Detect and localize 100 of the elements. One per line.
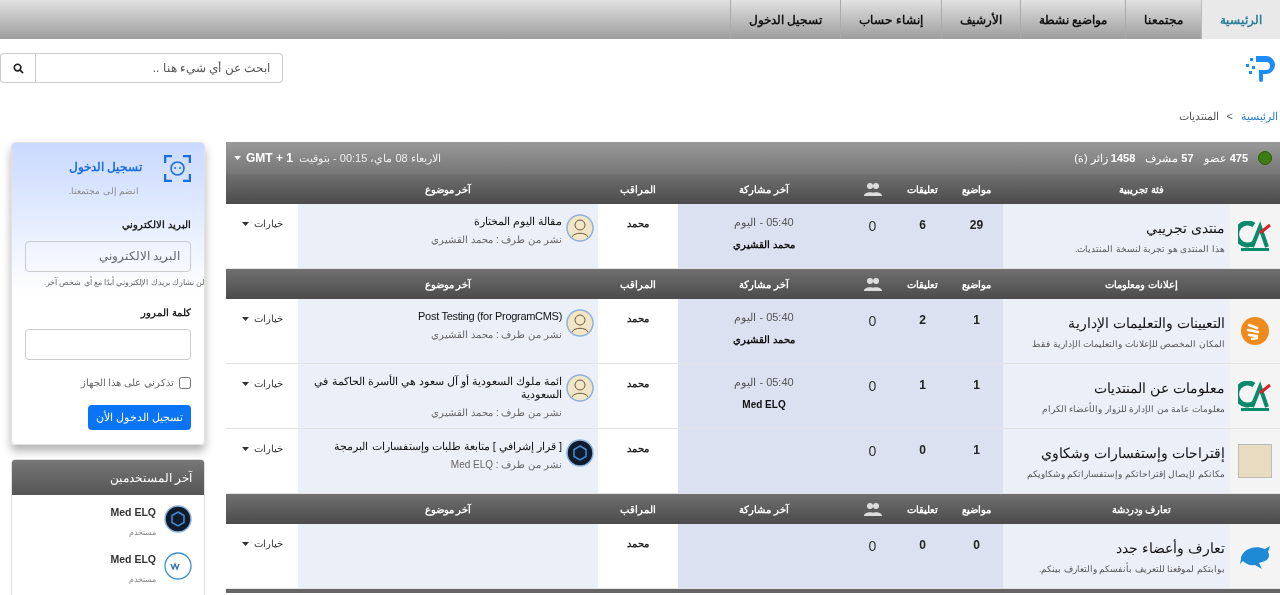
breadcrumb-separator: > bbox=[1226, 108, 1233, 124]
nav-tab[interactable]: إنشاء حساب bbox=[840, 0, 941, 39]
column-header: تعليقات bbox=[906, 277, 939, 292]
users-count: 0 bbox=[868, 217, 877, 236]
category-title: فئة تجريبية bbox=[1118, 182, 1165, 197]
nav-tab[interactable]: مواضيع نشطة bbox=[1019, 0, 1125, 39]
logo-icon bbox=[1238, 381, 1272, 411]
user-name-link[interactable]: Med ELQ bbox=[110, 505, 156, 521]
user-role: مستخدم bbox=[128, 573, 156, 586]
options-dropdown[interactable]: خيارات bbox=[241, 311, 283, 326]
users-icon bbox=[863, 502, 882, 516]
forum-description: هذا المنتدى هو تجربة لنسخة المنتديات. bbox=[1074, 243, 1225, 256]
post-time: 05:40 - اليوم bbox=[734, 375, 794, 391]
face-scan-icon bbox=[164, 155, 191, 182]
forum-title-link[interactable]: التعيينات والتعليمات الإدارية bbox=[1008, 313, 1225, 334]
users-icon bbox=[863, 277, 882, 291]
breadcrumb-link[interactable]: الرئيسية bbox=[1241, 107, 1278, 125]
remember-checkbox[interactable] bbox=[179, 376, 191, 389]
nav-tab[interactable]: مجتمعنا bbox=[1125, 0, 1201, 39]
avatar-icon bbox=[566, 439, 594, 467]
forum-description: المكان المخصص للإعلانات والتعليمات الإدارية فقط bbox=[1031, 338, 1225, 352]
nav-tab[interactable]: الأرشيف bbox=[940, 0, 1020, 39]
moderator-link[interactable]: محمد bbox=[627, 311, 649, 326]
column-header: آخر موضوع bbox=[423, 277, 473, 292]
nav-tab[interactable]: الرئيسية bbox=[1201, 0, 1280, 39]
topic-title-link[interactable]: ائمة ملوك السعودية أو آل سعود هي الأسرة الحاكمة في السعودية bbox=[302, 375, 562, 401]
column-header: آخر مشاركة bbox=[738, 182, 791, 197]
search-icon bbox=[12, 62, 24, 74]
field-label: كلمة المرور bbox=[139, 305, 191, 320]
forum-description: معلومات عامة من الإدارة للزوار والأعضاء الكرام bbox=[1041, 403, 1225, 417]
checkbox-label: تذكرني على هذا الجهاز bbox=[80, 376, 174, 390]
photo-placeholder bbox=[1238, 444, 1272, 478]
password-field[interactable] bbox=[25, 329, 191, 360]
caret-icon bbox=[241, 316, 249, 321]
column-header: المراقب bbox=[619, 502, 657, 517]
forum-title-link[interactable]: منتدى تجريبي bbox=[1008, 218, 1225, 239]
moderator-link[interactable]: محمد bbox=[627, 536, 649, 551]
users-icon bbox=[863, 182, 882, 196]
topics-count: 29 bbox=[969, 217, 984, 234]
comments-count: 2 bbox=[919, 312, 926, 329]
caret-icon bbox=[241, 446, 249, 451]
category-title: تعارف ودردشة bbox=[1110, 502, 1173, 517]
column-header: مواضيع bbox=[961, 502, 992, 517]
caret-icon bbox=[241, 381, 249, 386]
timezone-dropdown[interactable]: GMT + 1 bbox=[234, 149, 293, 167]
field-hint: لن نشارك بريدك الإلكتروني أبدًا مع أي شخص آخر. bbox=[43, 276, 204, 289]
avatar-icon bbox=[566, 214, 594, 242]
topics-count: 1 bbox=[973, 442, 980, 459]
field-label: البريد الالكتروني bbox=[121, 217, 191, 232]
breadcrumb-link[interactable]: المنتديات bbox=[1178, 107, 1219, 125]
logo-icon bbox=[1244, 54, 1278, 82]
column-header: مواضيع bbox=[961, 182, 992, 197]
user-role: مستخدم bbox=[128, 526, 156, 539]
user-name-link[interactable]: Med ELQ bbox=[110, 551, 156, 568]
users-count: 0 bbox=[868, 312, 877, 331]
search-button[interactable] bbox=[0, 53, 35, 83]
avatar-icon bbox=[566, 374, 594, 402]
topic-byline: نشر من طرف : Med ELQ bbox=[449, 458, 562, 472]
column-header: مواضيع bbox=[961, 277, 992, 292]
caret-icon bbox=[241, 541, 249, 546]
forum-title-link[interactable]: تعارف وأعضاء جدد bbox=[1008, 538, 1225, 559]
avatar-icon bbox=[164, 505, 192, 533]
topic-byline: نشر من طرف : محمد القشيري bbox=[430, 406, 562, 420]
caret-icon bbox=[241, 221, 249, 226]
column-header: آخر موضوع bbox=[423, 182, 473, 197]
column-header: المراقب bbox=[619, 182, 657, 197]
author-link[interactable]: Med ELQ bbox=[742, 396, 786, 412]
topics-count: 1 bbox=[973, 312, 980, 329]
forum-title-link[interactable]: إقتراحات وإستفسارات وشكاوي bbox=[1008, 443, 1225, 464]
topic-title-link[interactable]: Post Testing (for ProgramCMS) bbox=[418, 310, 562, 323]
topic-title-link[interactable]: [ قرار إشرافي ] متابعة طلبات وإستفسارات البرمجة bbox=[334, 440, 562, 453]
post-time: 05:40 - اليوم bbox=[734, 215, 794, 231]
comments-count: 6 bbox=[919, 217, 926, 234]
avatar-icon bbox=[164, 551, 192, 580]
comments-count: 0 bbox=[919, 537, 926, 554]
author-link[interactable]: محمد القشيري bbox=[733, 236, 795, 252]
login-button[interactable]: تسجيل الدخول الأن bbox=[88, 405, 191, 430]
options-dropdown[interactable]: خيارات bbox=[241, 216, 283, 231]
topic-byline: نشر من طرف : محمد القشيري bbox=[431, 233, 562, 247]
forum-title-link[interactable]: معلومات عن المنتديات bbox=[1008, 378, 1225, 399]
moderator-link[interactable]: محمد bbox=[627, 216, 649, 231]
options-dropdown[interactable]: خيارات bbox=[241, 441, 283, 456]
avatar-icon bbox=[566, 309, 594, 337]
moderator-link[interactable]: محمد bbox=[627, 376, 649, 391]
login-title: تسجيل الدخول bbox=[68, 159, 142, 176]
column-header: آخر مشاركة bbox=[738, 502, 791, 517]
topic-title-link[interactable]: مقالة اليوم المختارة bbox=[431, 215, 562, 228]
column-header: آخر موضوع bbox=[423, 502, 473, 517]
topics-count: 1 bbox=[973, 377, 980, 394]
moderator-link[interactable]: محمد bbox=[627, 441, 649, 456]
comments-count: 1 bbox=[919, 377, 926, 394]
nav-tab[interactable]: تسجيل الدخول bbox=[729, 0, 841, 39]
login-subtitle: انضم إلى مجتمعنا. bbox=[68, 185, 140, 198]
author-link[interactable]: محمد القشيري bbox=[733, 331, 795, 347]
column-header: المراقب bbox=[619, 277, 657, 292]
options-dropdown[interactable]: خيارات bbox=[241, 536, 283, 551]
comments-count: 0 bbox=[919, 442, 926, 459]
email-field[interactable]: البريد الالكتروني bbox=[25, 240, 191, 272]
category-title: إعلانات ومعلومات bbox=[1104, 277, 1179, 292]
options-dropdown[interactable]: خيارات bbox=[241, 376, 283, 391]
